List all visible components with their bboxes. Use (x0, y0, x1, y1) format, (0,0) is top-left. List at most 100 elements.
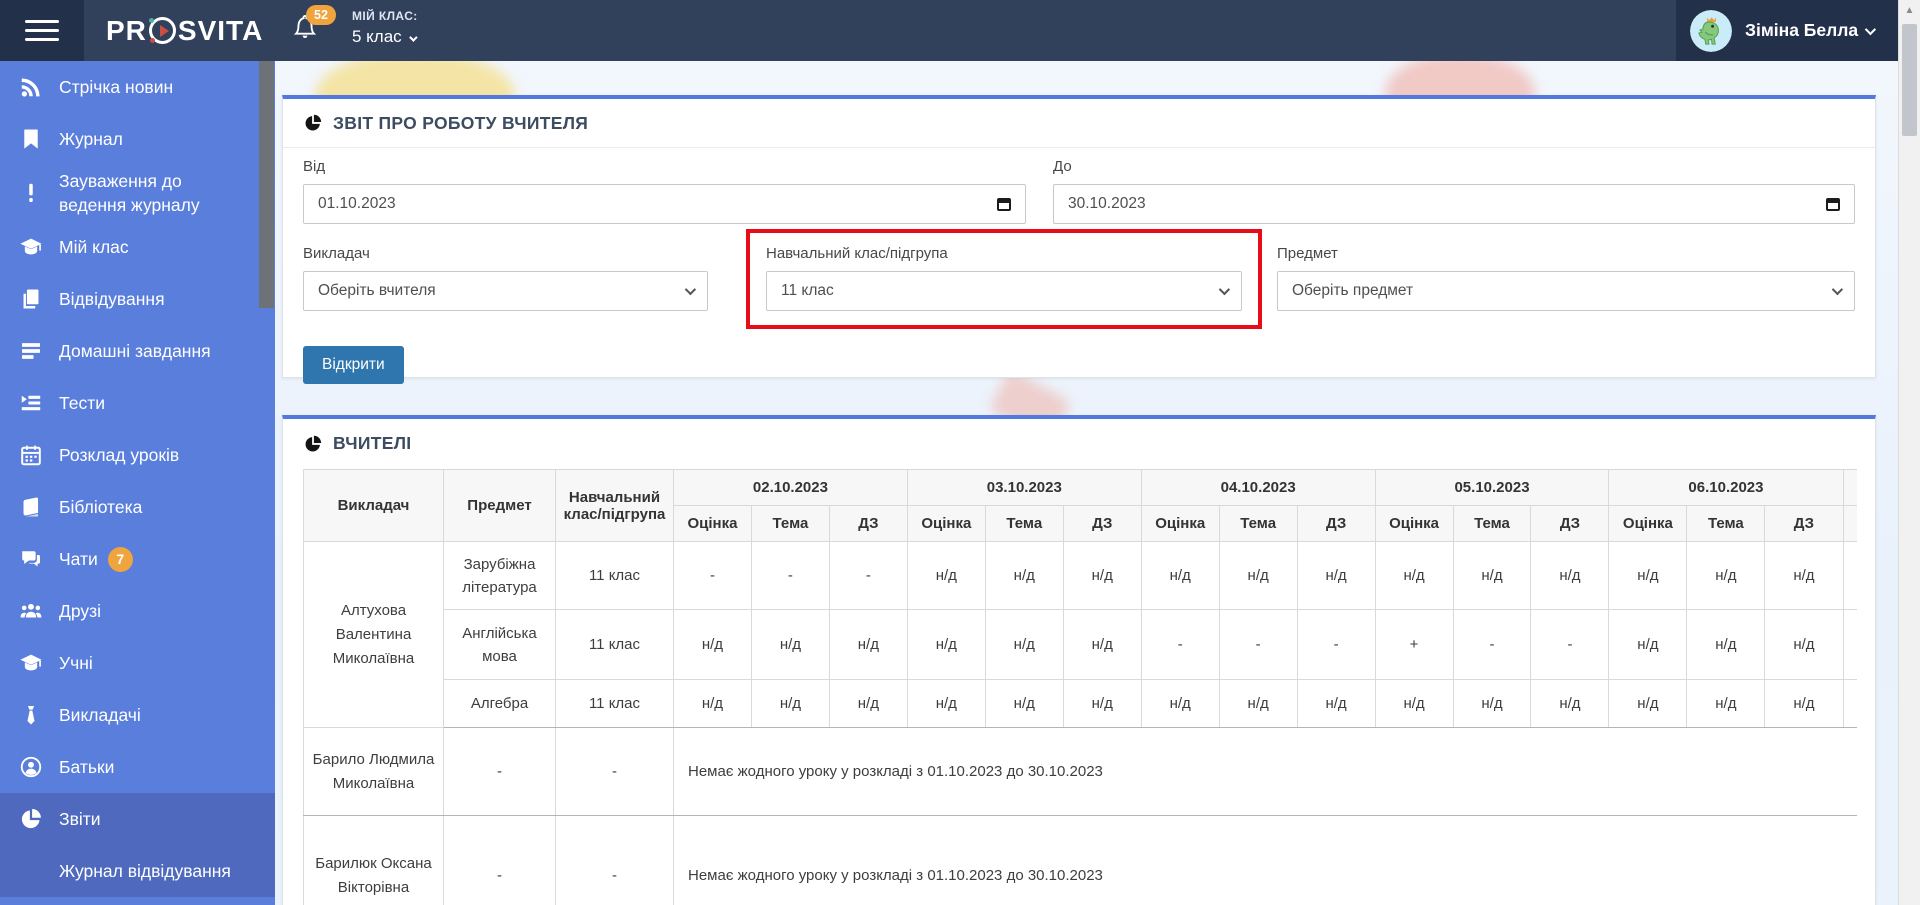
grade-cell: н/д (673, 679, 752, 728)
sidebar-item-news[interactable]: Стрічка новин (0, 61, 275, 113)
pie-chart-icon (305, 435, 322, 451)
grade-cell: н/д (1062, 679, 1142, 728)
users-icon (18, 598, 44, 624)
sidebar-item-students[interactable]: Учні (0, 637, 275, 689)
grade-cell: - (673, 541, 752, 610)
sidebar-item-label: Відвідування (59, 289, 165, 309)
grade-cell: н/д (1062, 541, 1142, 610)
sidebar-item-friends[interactable]: Друзі (0, 585, 275, 637)
subject-select[interactable]: Оберіть предмет (1277, 271, 1855, 311)
chevron-down-icon (684, 283, 697, 296)
grade-cell: н/д (1296, 541, 1376, 610)
page-scrollbar-thumb[interactable] (1902, 24, 1917, 136)
grade-cell: - (828, 541, 908, 610)
chevron-down-icon (1218, 283, 1231, 296)
subcolumn-header: Тема (1218, 505, 1298, 542)
user-menu[interactable]: Зіміна Белла (1676, 0, 1898, 61)
no-lessons-message: Немає жодного уроку у розкладі з 01.10.2… (673, 815, 1857, 905)
subject-cell: Алгебра (443, 679, 556, 728)
my-class-dropdown[interactable]: МІЙ КЛАС: 5 клас (352, 9, 418, 47)
subject-cell: - (443, 815, 556, 905)
column-header: Предмет (443, 469, 556, 542)
grade-cell: н/д (1296, 679, 1376, 728)
tasks-icon (18, 390, 44, 416)
chat-icon (18, 546, 44, 572)
grade-cell: - (1296, 609, 1376, 680)
screen: PR SVITA 52 МІЙ КЛАС: 5 клас Зіміна Белл… (0, 0, 1920, 905)
subcolumn-header: ДЗ (1530, 505, 1610, 542)
sidebar-item-teachers[interactable]: Викладачі (0, 689, 275, 741)
table-header-row: Викладач Предмет Навчальний клас/підгрупа 0… (303, 469, 1857, 542)
logo-play-icon (148, 17, 176, 44)
hamburger-menu-button[interactable] (0, 0, 84, 61)
grade-cell: - (1218, 609, 1298, 680)
subject-cell: Зарубіжна література (443, 541, 556, 610)
subcolumn-header: ДЗ (1764, 505, 1844, 542)
sidebar-item-label: Тести (59, 393, 105, 413)
teacher-report-panel: ЗВІТ ПРО РОБОТУ ВЧИТЕЛЯ Від 01.10.2023 Д… (282, 95, 1876, 384)
class-select[interactable]: 11 клас (766, 271, 1242, 311)
sidebar-item-homework[interactable]: Домашні завдання (0, 325, 275, 377)
scroll-up-arrow-icon[interactable]: ▲ (1899, 5, 1920, 16)
grade-cell: н/д (750, 679, 830, 728)
calendar-icon (18, 442, 44, 468)
calendar-icon[interactable] (1826, 197, 1840, 211)
subcolumn-header: Тема (984, 505, 1064, 542)
grade-cell: н/д (1140, 541, 1220, 610)
sidebar-item-schedule[interactable]: Розклад уроків (0, 429, 275, 481)
grade-cell: н/д (1218, 679, 1298, 728)
teacher-select[interactable]: Оберіть вчителя (303, 271, 708, 311)
sidebar-item-label: Учні (59, 653, 93, 673)
sidebar-item-library[interactable]: Бібліотека (0, 481, 275, 533)
sidebar-item-reports[interactable]: Звіти (0, 793, 275, 845)
sidebar-item-my-class[interactable]: Мій клас (0, 221, 275, 273)
subcolumn-header: Оцінка (1374, 505, 1454, 542)
date-from-label: Від (303, 158, 326, 175)
sidebar-scrollbar-thumb[interactable] (259, 61, 274, 308)
class-select-label: Навчальний клас/підгрупа (766, 245, 948, 262)
sidebar-item-tests[interactable]: Тести (0, 377, 275, 429)
page-scrollbar[interactable]: ▲ (1898, 0, 1920, 905)
calendar-icon[interactable] (997, 197, 1011, 211)
open-report-button[interactable]: Відкрити (303, 346, 404, 384)
class-cell: 11 клас (555, 609, 674, 680)
sidebar-item-label: Друзі (59, 601, 102, 621)
class-cell: - (555, 815, 674, 905)
chevron-down-icon (1831, 283, 1844, 296)
user-name: Зіміна Белла (1745, 20, 1859, 40)
sidebar-item-parents[interactable]: Батьки (0, 741, 275, 793)
panel-title: ВЧИТЕЛІ (333, 433, 412, 453)
subcolumn-header: Оцінка (1608, 505, 1688, 542)
column-header: Викладач (303, 469, 444, 542)
sidebar-item-chats[interactable]: Чати 7 (0, 533, 275, 585)
grade-cell: н/д (1452, 541, 1532, 610)
subcolumn-header: ДЗ (1062, 505, 1142, 542)
subcolumn-header: ДЗ (828, 505, 908, 542)
date-from-input[interactable]: 01.10.2023 (303, 184, 1026, 224)
sidebar-item-label: Мій клас (59, 237, 129, 257)
sidebar-item-attendance[interactable]: Відвідування (0, 273, 275, 325)
sidebar-item-journal-remarks[interactable]: Зауваження до ведення журналу (0, 165, 275, 221)
clipped-grade-cell: н/ (1842, 679, 1857, 728)
date-to-input[interactable]: 30.10.2023 (1053, 184, 1855, 224)
class-cell: 11 клас (555, 679, 674, 728)
clipped-grade-cell: н/ (1842, 541, 1857, 610)
teachers-table-wrap: Викладач Предмет Навчальний клас/підгрупа 0… (303, 469, 1857, 905)
notifications-bell-button[interactable]: 52 (293, 5, 339, 55)
sidebar-item-label: Розклад уроків (59, 445, 180, 465)
class-select-value: 11 клас (781, 282, 834, 299)
sidebar-item-label: Домашні завдання (59, 341, 211, 361)
sidebar-item-label: Звіти (59, 809, 101, 829)
sidebar-item-attendance-journal[interactable]: Журнал відвідування (0, 845, 275, 897)
hamburger-icon (25, 20, 59, 41)
app-logo[interactable]: PR SVITA (106, 0, 263, 61)
grade-cell: - (1530, 609, 1610, 680)
clipped-subcolumn-header: Оці (1842, 505, 1857, 542)
sidebar-item-journal[interactable]: Журнал (0, 113, 275, 165)
grade-cell: н/д (1686, 609, 1766, 680)
sidebar-item-label: Чати (59, 549, 98, 569)
grade-cell: н/д (828, 679, 908, 728)
grade-cell: н/д (1764, 541, 1844, 610)
panel-header: ЗВІТ ПРО РОБОТУ ВЧИТЕЛЯ (283, 99, 1875, 148)
graduation-cap-icon (18, 234, 44, 260)
